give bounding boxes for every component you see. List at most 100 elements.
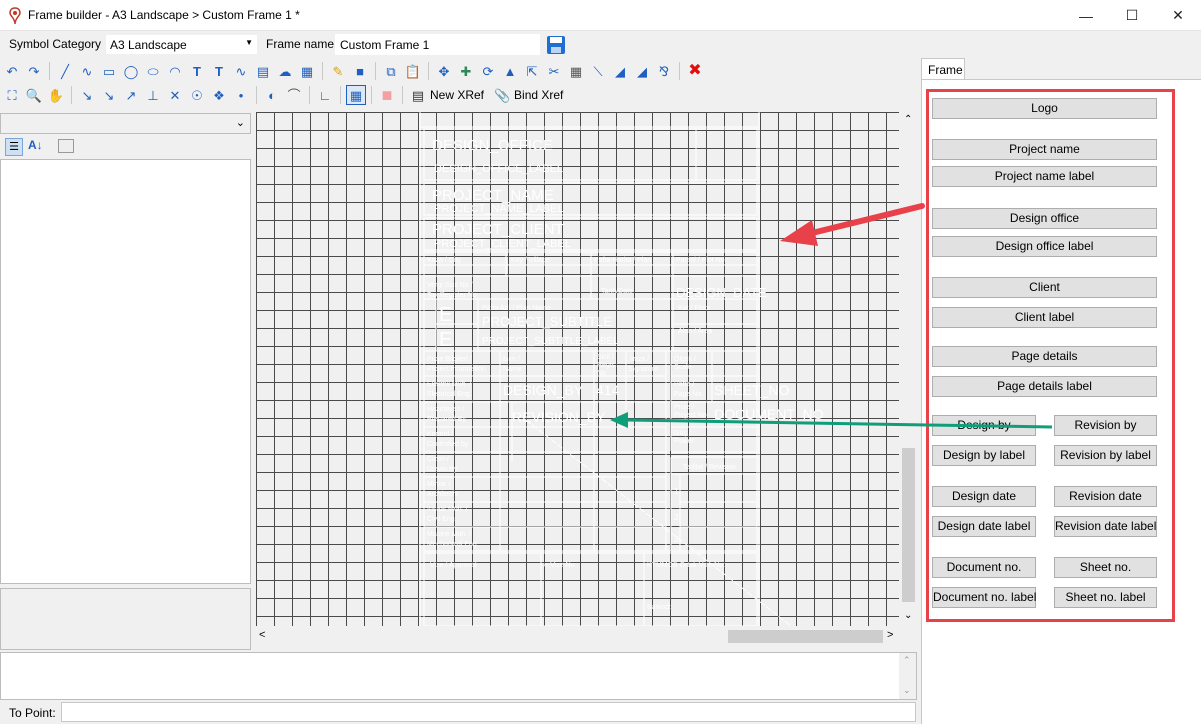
bind-xref-button[interactable]: Bind Xref bbox=[514, 88, 563, 102]
image-icon[interactable]: ▦ bbox=[297, 61, 317, 81]
project-name-text: PROJECT_NAME bbox=[432, 187, 554, 204]
polyline-icon[interactable]: ∿ bbox=[77, 61, 97, 81]
ortho-icon[interactable]: ∟ bbox=[315, 85, 335, 105]
hatch-icon[interactable]: ▤ bbox=[253, 61, 273, 81]
draw-toolbar: ↶ ↷ ╱ ∿ ▭ ◯ ⬭ ◠ T T ∿ ▤ ☁ ▦ ✎ ■ ⧉ 📋 ✥ ✚ … bbox=[2, 58, 705, 84]
redo-icon[interactable]: ↷ bbox=[24, 61, 44, 81]
command-input[interactable] bbox=[61, 702, 916, 722]
mimar-label-1: Mimar / bbox=[427, 481, 450, 488]
fillet-icon[interactable]: ◢ bbox=[610, 61, 630, 81]
edit-block-icon[interactable]: ✎ bbox=[328, 61, 348, 81]
horizontal-scroll-thumb[interactable] bbox=[728, 630, 883, 643]
extend-icon[interactable]: ⟍ bbox=[588, 61, 608, 81]
circle-icon[interactable]: ◯ bbox=[121, 61, 141, 81]
command-history[interactable]: ⌃ ⌄ bbox=[0, 652, 917, 700]
hazirlayan-label-2: Prepared By bbox=[427, 416, 466, 423]
move-icon[interactable]: ✥ bbox=[434, 61, 454, 81]
paste-icon[interactable]: 📋 bbox=[403, 61, 423, 81]
scroll-left-icon[interactable]: < bbox=[259, 629, 265, 641]
kontrol-label-2: Controlled by bbox=[427, 441, 469, 448]
tadilat-label: Tadilat / Revision bbox=[683, 464, 736, 471]
canvas-vertical-scrollbar[interactable]: ⌃ ⌄ bbox=[900, 112, 917, 626]
rotate-icon[interactable]: ⟳ bbox=[478, 61, 498, 81]
rectangle-icon[interactable]: ▭ bbox=[99, 61, 119, 81]
hazirlayan-label-1: Hazırlayan / bbox=[427, 406, 464, 413]
trim-icon[interactable]: ✂ bbox=[544, 61, 564, 81]
property-pages-icon[interactable] bbox=[58, 139, 74, 153]
property-description bbox=[0, 588, 251, 650]
minimize-icon[interactable]: — bbox=[1063, 0, 1109, 31]
offset-icon[interactable]: ⅋ bbox=[654, 61, 674, 81]
copy-icon[interactable]: ⧉ bbox=[381, 61, 401, 81]
design-date-text: DESIGN_DATE bbox=[676, 285, 767, 300]
drawing-canvas[interactable]: DESIGN_OFFICE DESIGN_OFFICE_LABEL PROJEC… bbox=[256, 112, 899, 626]
design-office-label-text: DESIGN_OFFICE_LABEL bbox=[434, 163, 563, 175]
zoom-extents-icon[interactable]: ⛶ bbox=[2, 85, 22, 105]
new-xref-button[interactable]: New XRef bbox=[430, 88, 484, 102]
save-icon[interactable] bbox=[546, 35, 566, 55]
line-icon[interactable]: ╱ bbox=[55, 61, 75, 81]
proje-no-label-1: Proje / bbox=[674, 404, 694, 411]
project-client-label-text: PROJECT_CLIENT_LABEL bbox=[434, 238, 571, 250]
arc-icon[interactable]: ◠ bbox=[165, 61, 185, 81]
scroll-down-icon[interactable]: ⌄ bbox=[904, 610, 912, 621]
mirror-icon[interactable]: ▲ bbox=[500, 61, 520, 81]
bind-xref-icon[interactable]: 📎 bbox=[492, 85, 512, 105]
ellipse-icon[interactable]: ⬭ bbox=[143, 61, 163, 81]
ktmmob-label: KTMMOB Ortak Vize No: bbox=[647, 562, 725, 569]
maximize-icon[interactable]: ☐ bbox=[1109, 0, 1155, 31]
frame-name-label: Frame name bbox=[266, 37, 335, 51]
color-swatch-icon[interactable]: ■ bbox=[377, 85, 397, 105]
revision-by-text: REVISION_BY bbox=[512, 409, 606, 425]
snap-arc-icon[interactable]: ⌒ bbox=[284, 85, 304, 105]
snap-nearest-icon[interactable]: ↗ bbox=[121, 85, 141, 105]
barkod-label: Barkod: bbox=[647, 604, 671, 611]
logo-e-top: E bbox=[439, 304, 452, 326]
chamfer-icon[interactable]: ◢ bbox=[632, 61, 652, 81]
scroll-right-icon[interactable]: > bbox=[887, 629, 893, 641]
scroll-down-icon[interactable]: ⌄ bbox=[903, 685, 911, 696]
delete-icon[interactable]: ✖ bbox=[685, 61, 705, 81]
snap-node-icon[interactable]: • bbox=[231, 85, 251, 105]
snap-perpendicular-icon[interactable]: ⊥ bbox=[143, 85, 163, 105]
alphabetical-icon[interactable]: A↓ bbox=[28, 138, 43, 152]
pan-icon[interactable]: ✋ bbox=[46, 85, 66, 105]
snap-center-icon[interactable]: ☉ bbox=[187, 85, 207, 105]
zoom-icon[interactable]: 🔍 bbox=[24, 85, 44, 105]
array-icon[interactable]: ▦ bbox=[566, 61, 586, 81]
scale-icon[interactable]: ⇱ bbox=[522, 61, 542, 81]
mtext-icon[interactable]: T bbox=[209, 61, 229, 81]
vertical-scroll-thumb[interactable] bbox=[902, 448, 915, 602]
tab-frame[interactable]: Frame bbox=[921, 58, 965, 80]
copy-move-icon[interactable]: ✚ bbox=[456, 61, 476, 81]
design-office-text: DESIGN_OFFICE bbox=[432, 137, 553, 154]
grid-icon[interactable]: ▦ bbox=[346, 85, 366, 105]
snap-tangent-icon[interactable]: ◐ bbox=[262, 85, 282, 105]
property-grid[interactable] bbox=[0, 159, 251, 584]
frame-name-input[interactable]: Custom Frame 1 bbox=[335, 34, 540, 55]
categorized-icon[interactable]: ☰ bbox=[5, 138, 23, 156]
scroll-up-icon[interactable]: ⌃ bbox=[903, 655, 911, 666]
cloud-icon[interactable]: ☁ bbox=[275, 61, 295, 81]
sicil-label-1: Sicil / bbox=[597, 354, 614, 361]
chevron-down-icon: ▼ bbox=[245, 38, 253, 47]
spline-icon[interactable]: ∿ bbox=[231, 61, 251, 81]
close-icon[interactable]: ✕ bbox=[1155, 0, 1201, 31]
canvas-horizontal-scrollbar[interactable]: < > bbox=[256, 628, 899, 645]
snap-quadrant-icon[interactable]: ❖ bbox=[209, 85, 229, 105]
snap-midpoint-icon[interactable]: ↘ bbox=[99, 85, 119, 105]
cizen-label-2: Drawn By bbox=[427, 466, 458, 473]
undo-icon[interactable]: ↶ bbox=[2, 61, 22, 81]
text-icon[interactable]: T bbox=[187, 61, 207, 81]
pafta-harita-label: Pafta-Harita / Plan bbox=[594, 257, 651, 264]
symbol-category-select[interactable]: A3 Landscape ▼ bbox=[105, 34, 258, 55]
object-selector[interactable]: ⌄ bbox=[0, 113, 251, 134]
scroll-up-icon[interactable]: ⌃ bbox=[904, 114, 912, 125]
snap-endpoint-icon[interactable]: ↘ bbox=[77, 85, 97, 105]
property-grid-toolbar: ☰ A↓ bbox=[0, 135, 251, 159]
block-icon[interactable]: ■ bbox=[350, 61, 370, 81]
command-scrollbar[interactable]: ⌃ ⌄ bbox=[899, 653, 916, 699]
elektrik-label-1: Elektrik Müh. / bbox=[427, 381, 471, 388]
new-xref-icon[interactable]: ▤ bbox=[408, 85, 428, 105]
snap-intersection-icon[interactable]: ✕ bbox=[165, 85, 185, 105]
